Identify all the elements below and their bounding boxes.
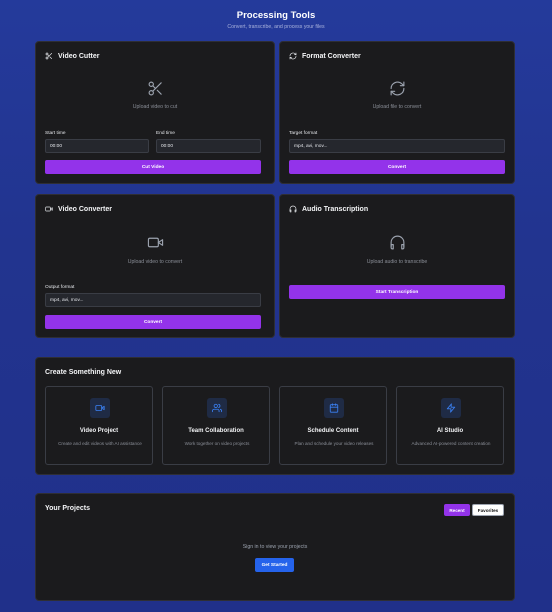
convert-button[interactable]: Convert bbox=[289, 160, 505, 174]
ai-studio-title: AI Studio bbox=[436, 428, 464, 434]
video-icon bbox=[95, 405, 105, 411]
ai-studio-card[interactable]: AI Studio Advanced AI-powered content cr… bbox=[396, 386, 504, 465]
team-collaboration-desc: Work together on video projects bbox=[184, 441, 250, 446]
video-cutter-header: Video Cutter bbox=[45, 52, 100, 60]
projects-header: Your Projects bbox=[45, 505, 90, 512]
empty-state-text: Sign in to view your projects bbox=[242, 544, 308, 550]
schedule-content-title: Schedule Content bbox=[307, 428, 359, 434]
start-transcription-button[interactable]: Start Transcription bbox=[289, 285, 505, 299]
page-title: Processing Tools bbox=[236, 10, 316, 21]
headphones-icon bbox=[390, 235, 404, 250]
cut-video-button[interactable]: Cut Video bbox=[45, 160, 261, 174]
video-cutter-title: Video Cutter bbox=[58, 52, 100, 60]
upload-audio-dropzone[interactable] bbox=[280, 234, 514, 251]
video-converter-card: Video Converter Upload video to convert … bbox=[35, 194, 275, 338]
audio-transcription-title: Audio Transcription bbox=[302, 205, 369, 213]
projects-title: Your Projects bbox=[45, 505, 90, 512]
calendar-icon bbox=[329, 403, 339, 413]
video-project-desc: Create and edit videos with AI assistanc… bbox=[58, 441, 142, 446]
format-converter-title: Format Converter bbox=[302, 52, 361, 60]
refresh-icon bbox=[390, 81, 404, 96]
target-format-label: Target format bbox=[289, 131, 318, 136]
output-format-label: Output format bbox=[45, 285, 75, 290]
headphones-icon bbox=[289, 205, 297, 213]
format-converter-header: Format Converter bbox=[289, 52, 361, 60]
end-time-input[interactable]: 00:00 bbox=[156, 139, 261, 153]
video-cutter-card: Video Cutter Upload video to cut Start t… bbox=[35, 41, 275, 184]
upload-text: Upload video to convert bbox=[127, 259, 183, 265]
scissors-icon bbox=[45, 52, 52, 60]
start-time-label: Start time bbox=[45, 131, 66, 136]
users-icon bbox=[212, 403, 222, 413]
tab-favorites[interactable]: Favorites bbox=[472, 504, 504, 516]
create-section: Create Something New Video Project Creat… bbox=[35, 357, 515, 475]
output-format-input[interactable]: mp4, avi, mov... bbox=[45, 293, 261, 307]
refresh-icon bbox=[289, 52, 297, 60]
video-converter-header: Video Converter bbox=[45, 205, 112, 213]
projects-section: Your Projects Recent Favorites Sign in t… bbox=[35, 493, 515, 601]
upload-video-dropzone[interactable] bbox=[36, 80, 274, 97]
upload-text: Upload audio to transcribe bbox=[366, 259, 428, 265]
icon-box bbox=[90, 398, 110, 418]
audio-transcription-header: Audio Transcription bbox=[289, 205, 368, 213]
icon-box bbox=[207, 398, 227, 418]
page-subtitle: Convert, transcribe, and process your fi… bbox=[227, 24, 325, 30]
create-title: Create Something New bbox=[45, 369, 122, 376]
team-collaboration-title: Team Collaboration bbox=[188, 428, 244, 434]
scissors-icon bbox=[148, 81, 162, 96]
video-converter-title: Video Converter bbox=[58, 205, 112, 213]
start-time-input[interactable]: 00:00 bbox=[45, 139, 149, 153]
create-section-title: Create Something New bbox=[45, 369, 121, 376]
upload-file-dropzone[interactable] bbox=[280, 80, 514, 97]
team-collaboration-card[interactable]: Team Collaboration Work together on vide… bbox=[162, 386, 270, 465]
schedule-content-desc: Plan and schedule your video releases bbox=[294, 441, 374, 446]
get-started-button[interactable]: Get Started bbox=[255, 558, 294, 572]
target-format-input[interactable]: mp4, avi, mov... bbox=[289, 139, 505, 153]
video-icon bbox=[45, 206, 53, 212]
audio-transcription-card: Audio Transcription Upload audio to tran… bbox=[279, 194, 515, 338]
video-icon bbox=[147, 237, 163, 248]
format-converter-card: Format Converter Upload file to convert … bbox=[279, 41, 515, 184]
upload-text: Upload file to convert bbox=[372, 104, 422, 110]
upload-text: Upload video to cut bbox=[132, 104, 178, 110]
lightning-icon bbox=[446, 403, 456, 413]
end-time-label: End time bbox=[156, 131, 175, 136]
video-project-card[interactable]: Video Project Create and edit videos wit… bbox=[45, 386, 153, 465]
ai-studio-desc: Advanced AI-powered content creation bbox=[411, 441, 491, 446]
icon-box bbox=[441, 398, 461, 418]
icon-box bbox=[324, 398, 344, 418]
convert-button[interactable]: Convert bbox=[45, 315, 261, 329]
schedule-content-card[interactable]: Schedule Content Plan and schedule your … bbox=[279, 386, 387, 465]
tab-recent[interactable]: Recent bbox=[444, 504, 470, 516]
upload-video-dropzone[interactable] bbox=[36, 234, 274, 251]
video-project-title: Video Project bbox=[79, 428, 119, 434]
